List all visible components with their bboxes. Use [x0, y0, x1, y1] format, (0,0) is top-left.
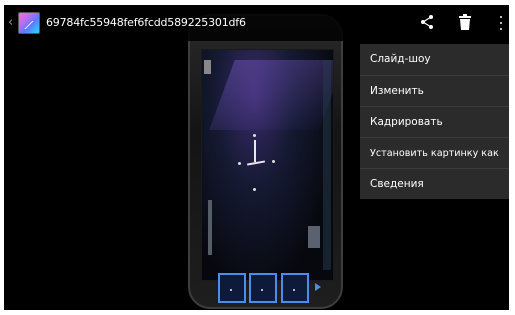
menu-item-crop[interactable]: Кадрировать	[360, 106, 509, 137]
film-thumbnail	[281, 273, 309, 303]
phone-widget	[308, 226, 320, 248]
clock-hand-icon	[254, 140, 256, 162]
photo-viewer-screen: ‹ 69784fc55948fef6fcdd589225301df6 Слайд…	[0, 0, 515, 315]
menu-item-set-as[interactable]: Установить картинку как	[360, 137, 509, 168]
overflow-menu: Слайд-шоу Изменить Кадрировать Установит…	[360, 44, 509, 199]
overflow-menu-icon[interactable]	[499, 15, 503, 31]
image-title: 69784fc55948fef6fcdd589225301df6	[46, 16, 246, 29]
share-icon[interactable]	[419, 14, 435, 30]
frame-border	[0, 0, 4, 315]
clock-dot	[238, 162, 241, 165]
menu-item-slideshow[interactable]: Слайд-шоу	[360, 44, 509, 75]
phone-photo	[188, 14, 343, 309]
trash-icon[interactable]	[458, 14, 472, 30]
action-bar: ‹ 69784fc55948fef6fcdd589225301df6	[4, 5, 509, 41]
clock-dot	[253, 134, 256, 137]
status-indicator	[204, 60, 211, 74]
phone-side-panel	[323, 60, 331, 270]
frame-border	[509, 0, 515, 315]
film-thumbnail	[249, 273, 277, 303]
menu-item-edit[interactable]: Изменить	[360, 75, 509, 106]
image-thumbnail-icon[interactable]	[18, 12, 40, 34]
film-thumbnail	[218, 273, 246, 303]
clock-dot	[253, 188, 256, 191]
clock-dot	[272, 160, 275, 163]
frame-border	[0, 310, 515, 315]
menu-item-details[interactable]: Сведения	[360, 168, 509, 199]
up-caret-icon[interactable]: ‹	[8, 15, 13, 30]
filmstrip-arrow-icon	[315, 283, 321, 291]
phone-photo-screen	[201, 49, 334, 281]
frame-border	[0, 0, 515, 5]
filmstrip	[218, 273, 321, 306]
phone-vertical-label	[208, 200, 212, 255]
